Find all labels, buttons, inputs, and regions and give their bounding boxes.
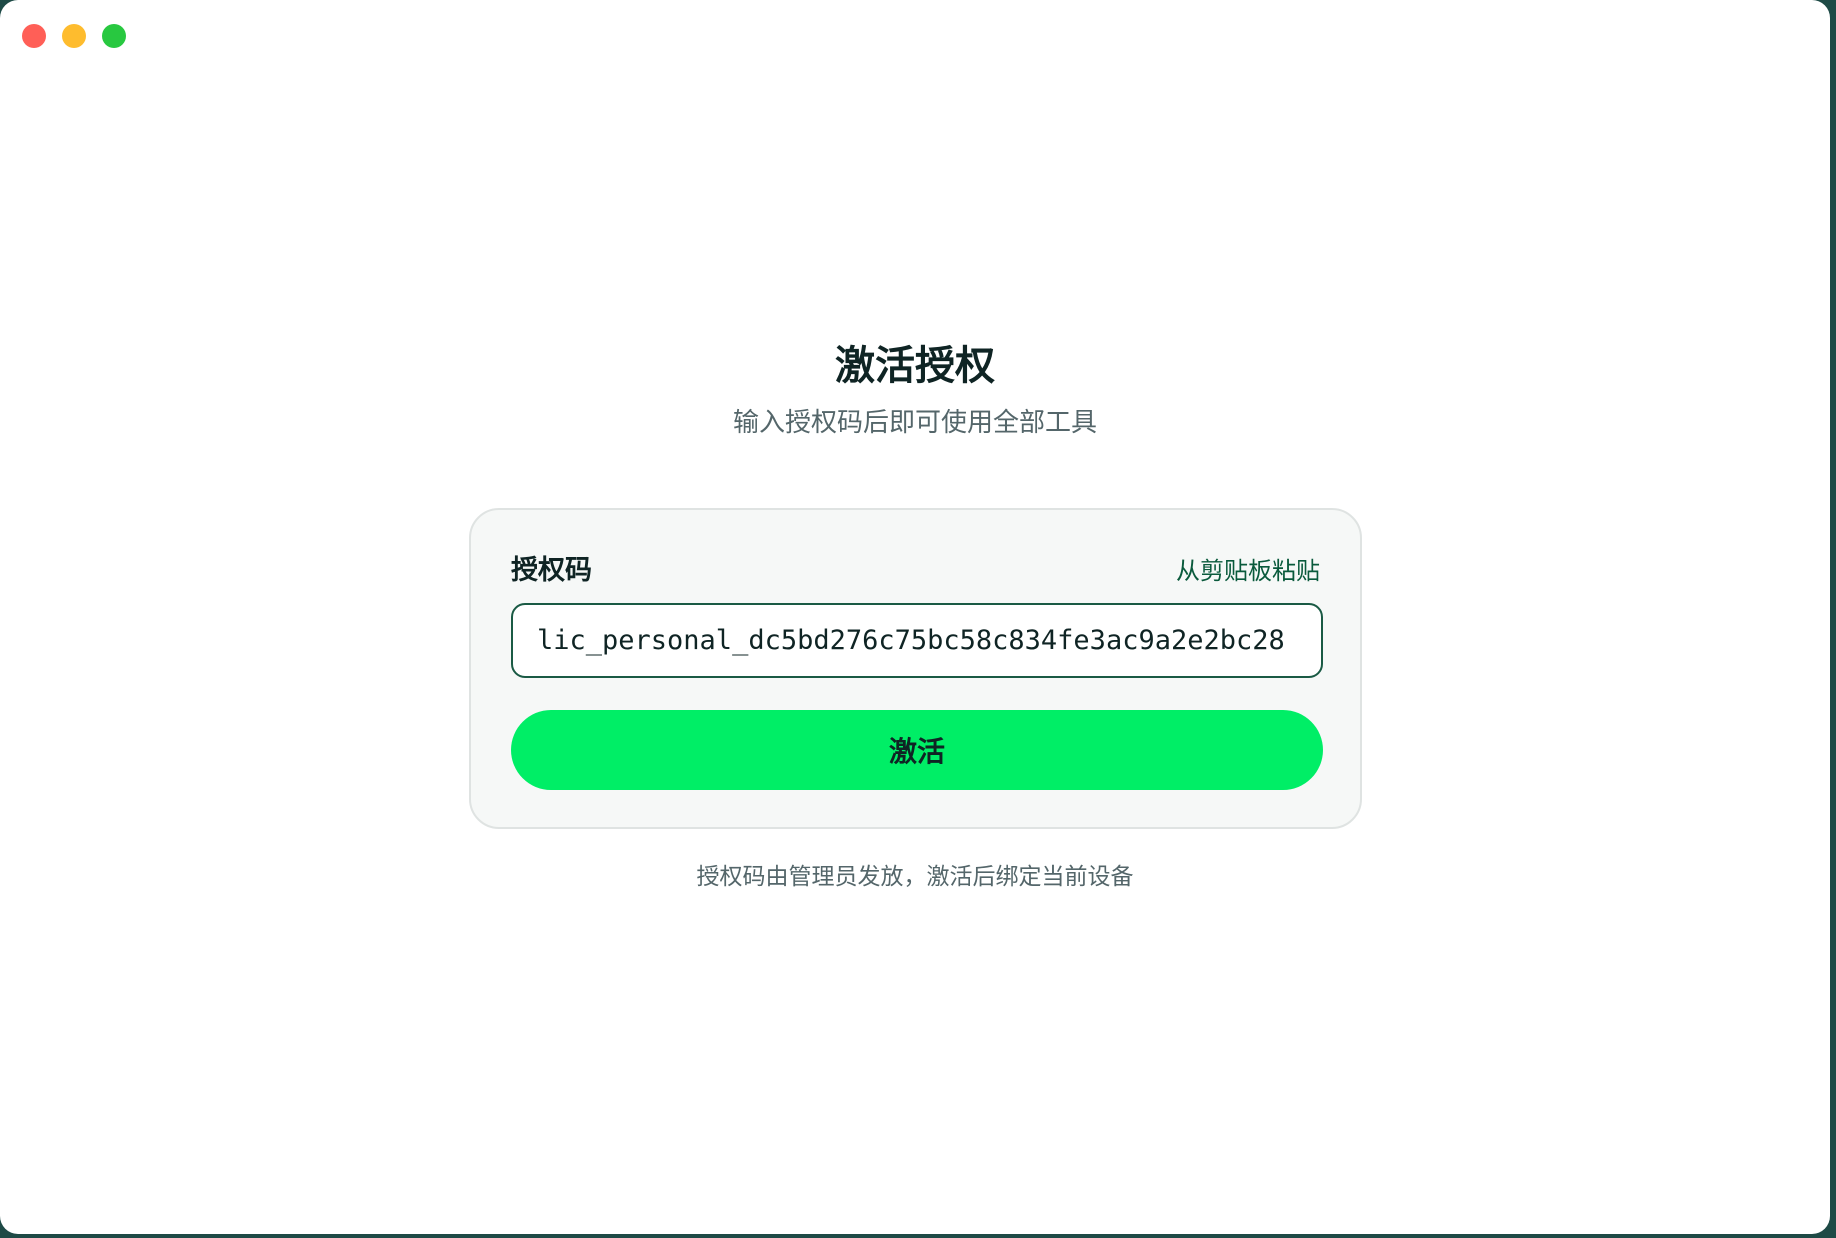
footer-note: 授权码由管理员发放，激活后绑定当前设备 — [696, 864, 1134, 890]
activate-button[interactable]: 激活 — [511, 710, 1323, 790]
app-window: 激活授权 输入授权码后即可使用全部工具 授权码 从剪贴板粘贴 激活 授权码由管理… — [0, 0, 1830, 1234]
license-code-input[interactable] — [511, 603, 1323, 678]
window-controls — [22, 24, 126, 48]
paste-from-clipboard-link[interactable]: 从剪贴板粘贴 — [1176, 554, 1320, 588]
page-subtitle: 输入授权码后即可使用全部工具 — [732, 408, 1097, 438]
minimize-window-button[interactable] — [62, 24, 86, 48]
license-code-label: 授权码 — [511, 555, 592, 586]
close-window-button[interactable] — [22, 24, 46, 48]
page-title: 激活授权 — [835, 343, 995, 389]
maximize-window-button[interactable] — [102, 24, 126, 48]
activation-card: 授权码 从剪贴板粘贴 激活 — [469, 508, 1362, 829]
